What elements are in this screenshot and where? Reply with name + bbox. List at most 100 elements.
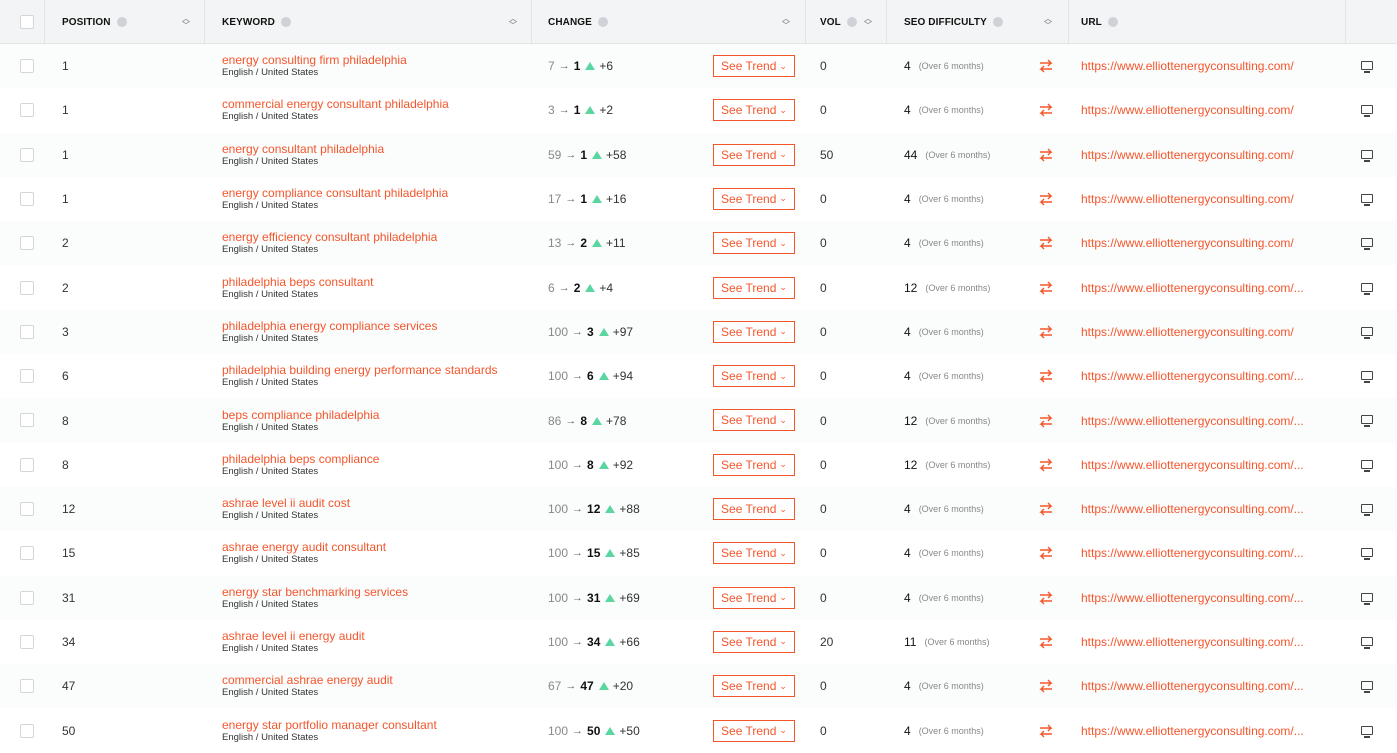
ranking-url-link[interactable]: https://www.elliottenergyconsulting.com/ [1081,88,1294,132]
row-checkbox[interactable] [20,59,34,73]
desktop-monitor-icon [1361,681,1373,694]
see-trend-button[interactable]: See Trend ⌄ [713,365,795,388]
column-header-url[interactable]: URL [1081,0,1118,44]
see-trend-button[interactable]: See Trend ⌄ [713,320,795,343]
column-header-keyword[interactable]: KEYWORD ︿ ﹀ [222,0,517,44]
ranking-url-link[interactable]: https://www.elliottenergyconsulting.com/… [1081,576,1304,620]
keyword-link[interactable]: philadelphia building energy performance… [222,364,498,377]
see-trend-button[interactable]: See Trend ⌄ [713,586,795,609]
ranking-url-link[interactable]: https://www.elliottenergyconsulting.com/… [1081,620,1304,664]
keyword-link[interactable]: ashrae level ii audit cost [222,497,350,510]
column-header-seo-difficulty[interactable]: SEO DIFFICULTY ︿ ﹀ [904,0,1052,44]
keyword-link[interactable]: philadelphia beps consultant [222,275,373,289]
sort-arrows-icon[interactable]: ︿ ﹀ [509,15,517,30]
keyword-link[interactable]: energy consultant philadelphia [222,142,384,156]
ranking-url-link[interactable]: https://www.elliottenergyconsulting.com/ [1081,177,1294,221]
keyword-link[interactable]: philadelphia energy compliance services [222,319,437,333]
swap-arrows-icon[interactable] [1037,664,1055,708]
swap-arrows-icon[interactable] [1037,709,1055,753]
sort-arrows-icon[interactable]: ︿ ﹀ [1044,15,1052,30]
ranking-url-link[interactable]: https://www.elliottenergyconsulting.com/… [1081,531,1304,575]
sort-arrows-icon[interactable]: ︿ ﹀ [864,15,872,30]
help-circle-icon[interactable] [116,17,127,27]
row-checkbox[interactable] [20,103,34,118]
swap-arrows-icon[interactable] [1037,487,1055,531]
swap-arrows-icon[interactable] [1037,531,1055,575]
ranking-url-link[interactable]: https://www.elliottenergyconsulting.com/… [1081,487,1304,531]
swap-arrows-icon[interactable] [1037,443,1055,487]
ranking-url-link[interactable]: https://www.elliottenergyconsulting.com/ [1081,221,1294,265]
row-checkbox[interactable] [20,502,34,516]
help-circle-icon[interactable] [992,17,1003,27]
see-trend-button[interactable]: See Trend ⌄ [713,719,795,742]
see-trend-button[interactable]: See Trend ⌄ [713,55,795,77]
swap-arrows-icon[interactable] [1037,44,1055,88]
row-checkbox[interactable] [20,191,34,206]
see-trend-button[interactable]: See Trend ⌄ [713,542,795,565]
seo-difficulty-note: (Over 6 months) [918,504,984,515]
sort-arrows-icon[interactable]: ︿ ﹀ [782,15,790,30]
keyword-link[interactable]: beps compliance philadelphia [222,408,379,422]
keyword-link[interactable]: energy consulting firm philadelphia [222,54,407,67]
keyword-link[interactable]: ashrae level ii energy audit [222,630,365,643]
ranking-url-link[interactable]: https://www.elliottenergyconsulting.com/… [1081,664,1304,708]
ranking-url-link[interactable]: https://www.elliottenergyconsulting.com/ [1081,44,1294,88]
help-circle-icon[interactable] [597,17,608,27]
see-trend-button[interactable]: See Trend ⌄ [713,409,795,432]
keyword-link[interactable]: philadelphia beps compliance [222,452,379,466]
help-circle-icon[interactable] [280,17,291,27]
row-checkbox[interactable] [20,723,34,738]
row-checkbox[interactable] [20,324,34,339]
keyword-link[interactable]: commercial energy consultant philadelphi… [222,98,449,111]
swap-arrows-icon[interactable] [1037,310,1055,354]
row-checkbox[interactable] [20,590,34,605]
swap-arrows-icon[interactable] [1037,398,1055,442]
ranking-url-link[interactable]: https://www.elliottenergyconsulting.com/… [1081,709,1304,753]
column-header-vol[interactable]: VOL ︿ ﹀ [820,0,872,44]
see-trend-button[interactable]: See Trend ⌄ [713,276,795,299]
ranking-url-link[interactable]: https://www.elliottenergyconsulting.com/… [1081,398,1304,442]
row-checkbox[interactable] [20,679,34,694]
see-trend-button[interactable]: See Trend ⌄ [713,143,795,166]
see-trend-button[interactable]: See Trend ⌄ [713,630,795,653]
keyword-link[interactable]: energy star portfolio manager consultant [222,718,437,732]
sort-arrows-icon[interactable]: ︿ ﹀ [182,15,190,30]
column-header-position[interactable]: POSITION ︿ ﹀ [62,0,190,44]
swap-arrows-icon[interactable] [1037,266,1055,310]
swap-arrows-icon[interactable] [1037,620,1055,664]
swap-arrows-icon[interactable] [1037,354,1055,398]
row-checkbox[interactable] [20,236,34,251]
row-checkbox[interactable] [20,369,34,384]
swap-arrows-icon[interactable] [1037,133,1055,177]
help-circle-icon[interactable] [846,17,857,27]
see-trend-button[interactable]: See Trend ⌄ [713,498,795,520]
row-checkbox[interactable] [20,457,34,472]
ranking-url-link[interactable]: https://www.elliottenergyconsulting.com/ [1081,133,1294,177]
row-checkbox[interactable] [20,546,34,561]
swap-arrows-icon[interactable] [1037,221,1055,265]
select-all-checkbox[interactable] [20,15,34,29]
keyword-link[interactable]: energy star benchmarking services [222,585,408,599]
swap-arrows-icon[interactable] [1037,88,1055,132]
keyword-link[interactable]: ashrae energy audit consultant [222,541,386,554]
row-checkbox[interactable] [20,413,34,428]
row-checkbox[interactable] [20,280,34,295]
ranking-url-link[interactable]: https://www.elliottenergyconsulting.com/… [1081,443,1304,487]
ranking-url-link[interactable]: https://www.elliottenergyconsulting.com/ [1081,310,1294,354]
swap-arrows-icon[interactable] [1037,177,1055,221]
help-circle-icon[interactable] [1107,17,1118,27]
row-checkbox[interactable] [20,147,34,162]
keyword-link[interactable]: energy compliance consultant philadelphi… [222,187,448,200]
ranking-url-link[interactable]: https://www.elliottenergyconsulting.com/… [1081,266,1304,310]
see-trend-button[interactable]: See Trend ⌄ [713,453,795,476]
swap-arrows-icon[interactable] [1037,576,1055,620]
see-trend-button[interactable]: See Trend ⌄ [713,675,795,698]
keyword-link[interactable]: energy efficiency consultant philadelphi… [222,231,437,244]
see-trend-button[interactable]: See Trend ⌄ [713,187,795,210]
keyword-link[interactable]: commercial ashrae energy audit [222,674,393,687]
see-trend-button[interactable]: See Trend ⌄ [713,99,795,122]
ranking-url-link[interactable]: https://www.elliottenergyconsulting.com/… [1081,354,1304,398]
row-checkbox[interactable] [20,634,34,649]
see-trend-button[interactable]: See Trend ⌄ [713,232,795,255]
column-header-change[interactable]: CHANGE ︿ ﹀ [548,0,790,44]
